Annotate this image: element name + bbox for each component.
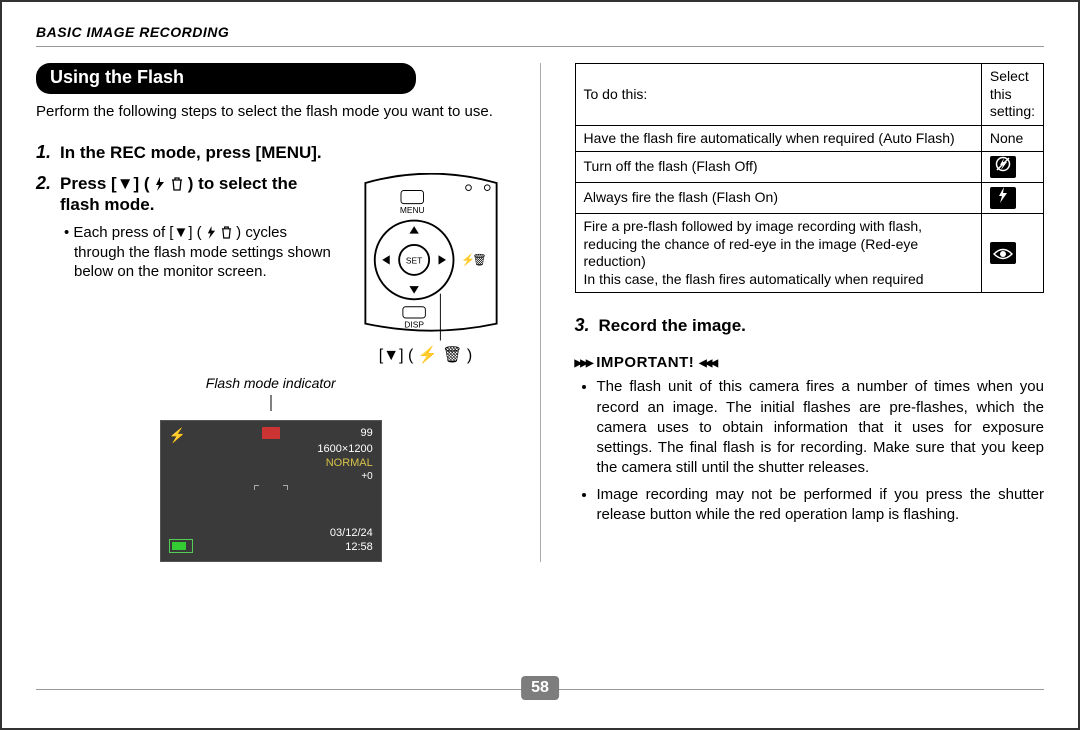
list-item: The flash unit of this camera fires a nu… [597, 377, 1045, 478]
screen-caption: Flash mode indicator [36, 375, 506, 391]
list-item: Image recording may not be performed if … [597, 485, 1045, 526]
table-header: Select this setting: [981, 64, 1043, 126]
mode-desc: Have the flash fire automatically when r… [575, 125, 981, 152]
shots-remaining: 99 [361, 427, 373, 439]
flash-off-icon [990, 156, 1016, 178]
left-column: Using the Flash Perform the following st… [36, 63, 506, 562]
table-header: To do this: [575, 64, 981, 126]
page-footer: 58 [36, 689, 1044, 716]
trash-icon [171, 177, 183, 191]
step-text-part: Press [▼] ( [60, 174, 150, 193]
step-1: 1. In the REC mode, press [MENU]. [36, 142, 506, 163]
monitor-screen: ⚡ 99 1600×1200 NORMAL +0 03/12/24 12:58 [160, 420, 382, 562]
step-number: 2. [36, 173, 60, 365]
time: 12:58 [345, 541, 373, 553]
key-caption: [▼] ( ⚡ 🗑 ) [346, 345, 506, 365]
focus-brackets-icon [242, 481, 300, 493]
date: 03/12/24 [330, 527, 373, 539]
step-text: Press [▼] ( ) to select the flash mode. [60, 173, 334, 216]
running-head: BASIC IMAGE RECORDING [36, 24, 1044, 47]
page-number: 58 [521, 676, 559, 700]
table-row: Have the flash fire automatically when r… [575, 125, 1044, 152]
ev: +0 [361, 471, 372, 482]
svg-text:DISP: DISP [404, 319, 424, 329]
step-number: 3. [575, 315, 599, 336]
svg-text:SET: SET [405, 255, 421, 265]
flash-on-icon [990, 187, 1016, 209]
mode-desc: Always fire the flash (Flash On) [575, 183, 981, 214]
mode-desc: Fire a pre-flash followed by image recor… [575, 214, 981, 293]
important-notes: The flash unit of this camera fires a nu… [575, 377, 1045, 525]
step-list: 1. In the REC mode, press [MENU]. 2. Pre… [36, 142, 506, 365]
callout-line-icon [266, 395, 276, 411]
page: BASIC IMAGE RECORDING Using the Flash Pe… [0, 0, 1080, 730]
important-label: IMPORTANT! [596, 354, 694, 371]
trash-icon [221, 226, 232, 239]
step-3: 3. Record the image. [575, 315, 1045, 336]
important-heading: ▶▶▶ IMPORTANT! ◀◀◀ [575, 354, 1045, 371]
battery-icon [169, 539, 193, 553]
mode-setting [981, 183, 1043, 214]
step-sub-part: • Each press of [▼] ( [64, 224, 202, 241]
table-row: Fire a pre-flash followed by image recor… [575, 214, 1044, 293]
record-indicator-icon [262, 427, 280, 439]
red-eye-icon [990, 242, 1016, 264]
mode-setting [981, 214, 1043, 293]
mode-desc: Turn off the flash (Flash Off) [575, 152, 981, 183]
step-number: 1. [36, 142, 60, 163]
table-row: Always fire the flash (Flash On) [575, 183, 1044, 214]
triangle-right-icon: ▶▶▶ [575, 358, 592, 369]
menu-label: MENU [399, 205, 424, 215]
table-row: Turn off the flash (Flash Off) [575, 152, 1044, 183]
resolution: 1600×1200 [317, 443, 372, 455]
step-text: Record the image. [599, 315, 746, 336]
triangle-left-icon: ◀◀◀ [699, 358, 716, 369]
right-column: To do this: Select this setting: Have th… [575, 63, 1045, 562]
table-row: To do this: Select this setting: [575, 64, 1044, 126]
flash-icon [154, 177, 166, 191]
columns: Using the Flash Perform the following st… [36, 63, 1044, 562]
step-text: In the REC mode, press [MENU]. [60, 142, 322, 163]
flash-icon: ⚡ [169, 427, 186, 444]
control-pad-illustration: MENU SET ⚡ [346, 173, 506, 365]
flash-mode-table: To do this: Select this setting: Have th… [575, 63, 1045, 293]
step-2: 2. Press [▼] ( ) to select the flash mod… [36, 173, 506, 365]
section-title: Using the Flash [36, 63, 416, 94]
mode-setting [981, 152, 1043, 183]
intro-text: Perform the following steps to select th… [36, 102, 506, 122]
flash-icon [206, 226, 217, 239]
svg-text:🗑: 🗑 [472, 253, 486, 266]
column-divider [540, 63, 541, 562]
quality: NORMAL [326, 457, 373, 469]
step-sub: • Each press of [▼] ( ) cycles through t… [60, 223, 334, 282]
mode-setting: None [981, 125, 1043, 152]
step-list-right: 3. Record the image. [575, 315, 1045, 336]
